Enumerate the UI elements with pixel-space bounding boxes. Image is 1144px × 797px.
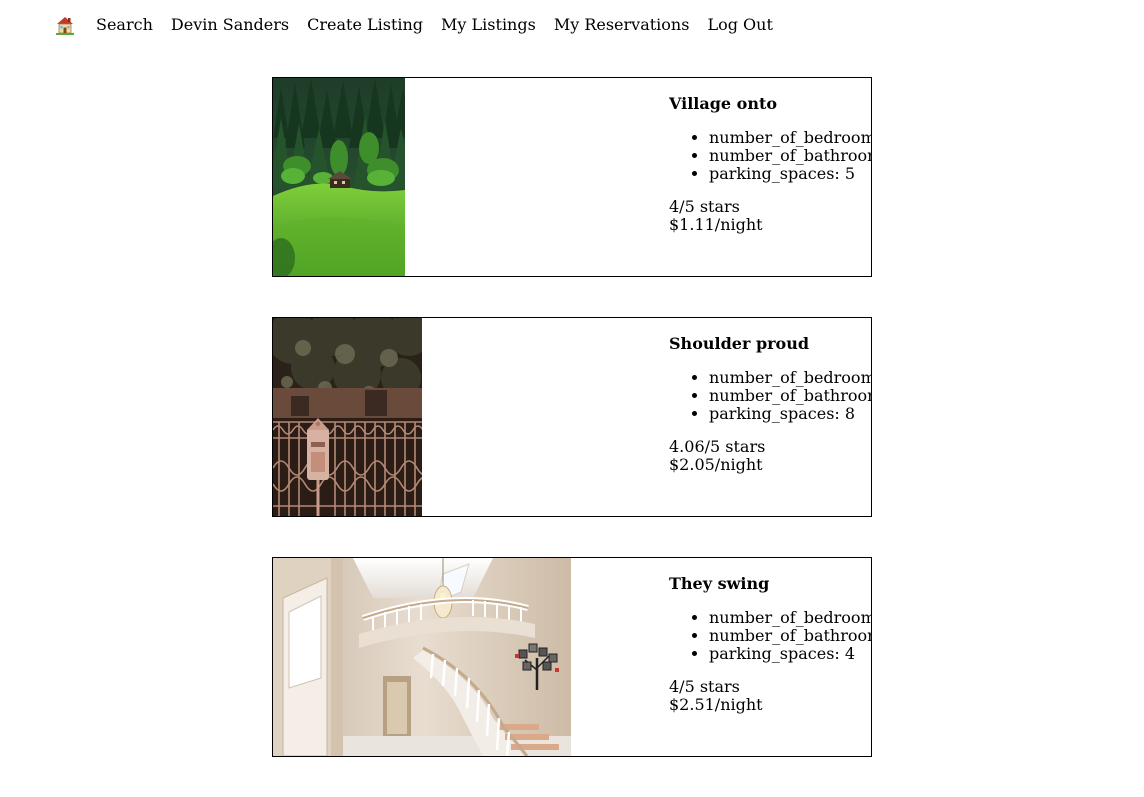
listing-price: $1.11/night xyxy=(669,215,763,234)
nav-logout-link[interactable]: Log Out xyxy=(707,15,772,35)
listing-fact-bedrooms: number_of_bedrooms: 6 xyxy=(709,609,871,627)
listing-fact-bedrooms: number_of_bedrooms: 0 xyxy=(709,129,871,147)
house-icon xyxy=(56,17,74,35)
nav-my-reservations-link[interactable]: My Reservations xyxy=(554,15,690,35)
listing-facts: number_of_bedrooms: 6 number_of_bathroom… xyxy=(669,609,871,663)
listing-fact-bedrooms: number_of_bedrooms: 6 xyxy=(709,369,871,387)
nav-search-link[interactable]: Search xyxy=(96,15,153,35)
nav-my-listings-link[interactable]: My Listings xyxy=(441,15,536,35)
listing-facts: number_of_bedrooms: 0 number_of_bathroom… xyxy=(669,129,871,183)
listing-card[interactable]: Village onto number_of_bedrooms: 0 numbe… xyxy=(272,77,872,277)
listing-price: $2.51/night xyxy=(669,695,763,714)
listing-title: Village onto xyxy=(669,94,778,113)
listing-list: Village onto number_of_bedrooms: 0 numbe… xyxy=(272,77,872,797)
listing-fact-bathrooms: number_of_bathrooms: 9 xyxy=(709,147,871,165)
listing-card[interactable]: They swing number_of_bedrooms: 6 number_… xyxy=(272,557,872,757)
listing-fact-bathrooms: number_of_bathrooms: 1 xyxy=(709,387,871,405)
nav-profile-link[interactable]: Devin Sanders xyxy=(171,15,289,35)
top-nav: Search Devin Sanders Create Listing My L… xyxy=(56,14,773,36)
listing-rating: 4/5 stars xyxy=(669,197,740,216)
listing-fact-bathrooms: number_of_bathrooms: 5 xyxy=(709,627,871,645)
nav-create-listing-link[interactable]: Create Listing xyxy=(307,15,423,35)
forest-hillside-house-photo xyxy=(273,78,405,276)
listing-rating: 4/5 stars xyxy=(669,677,740,696)
listing-price: $2.05/night xyxy=(669,455,763,474)
listing-photo xyxy=(273,78,405,276)
listing-photo xyxy=(273,318,422,516)
listing-details: Shoulder proud number_of_bedrooms: 6 num… xyxy=(669,334,871,474)
listing-fact-parking: parking_spaces: 8 xyxy=(709,405,871,423)
listing-facts: number_of_bedrooms: 6 number_of_bathroom… xyxy=(669,369,871,423)
listing-rating: 4.06/5 stars xyxy=(669,437,766,456)
listing-card[interactable]: Shoulder proud number_of_bedrooms: 6 num… xyxy=(272,317,872,517)
ornate-gate-mailbox-photo xyxy=(273,318,422,516)
listing-details: Village onto number_of_bedrooms: 0 numbe… xyxy=(669,94,871,234)
listing-details: They swing number_of_bedrooms: 6 number_… xyxy=(669,574,871,714)
listing-title: They swing xyxy=(669,574,770,593)
listing-photo xyxy=(273,558,571,756)
home-link[interactable] xyxy=(56,15,74,35)
curved-staircase-interior-photo xyxy=(273,558,571,756)
listing-title: Shoulder proud xyxy=(669,334,810,353)
listing-fact-parking: parking_spaces: 4 xyxy=(709,645,871,663)
listing-fact-parking: parking_spaces: 5 xyxy=(709,165,871,183)
